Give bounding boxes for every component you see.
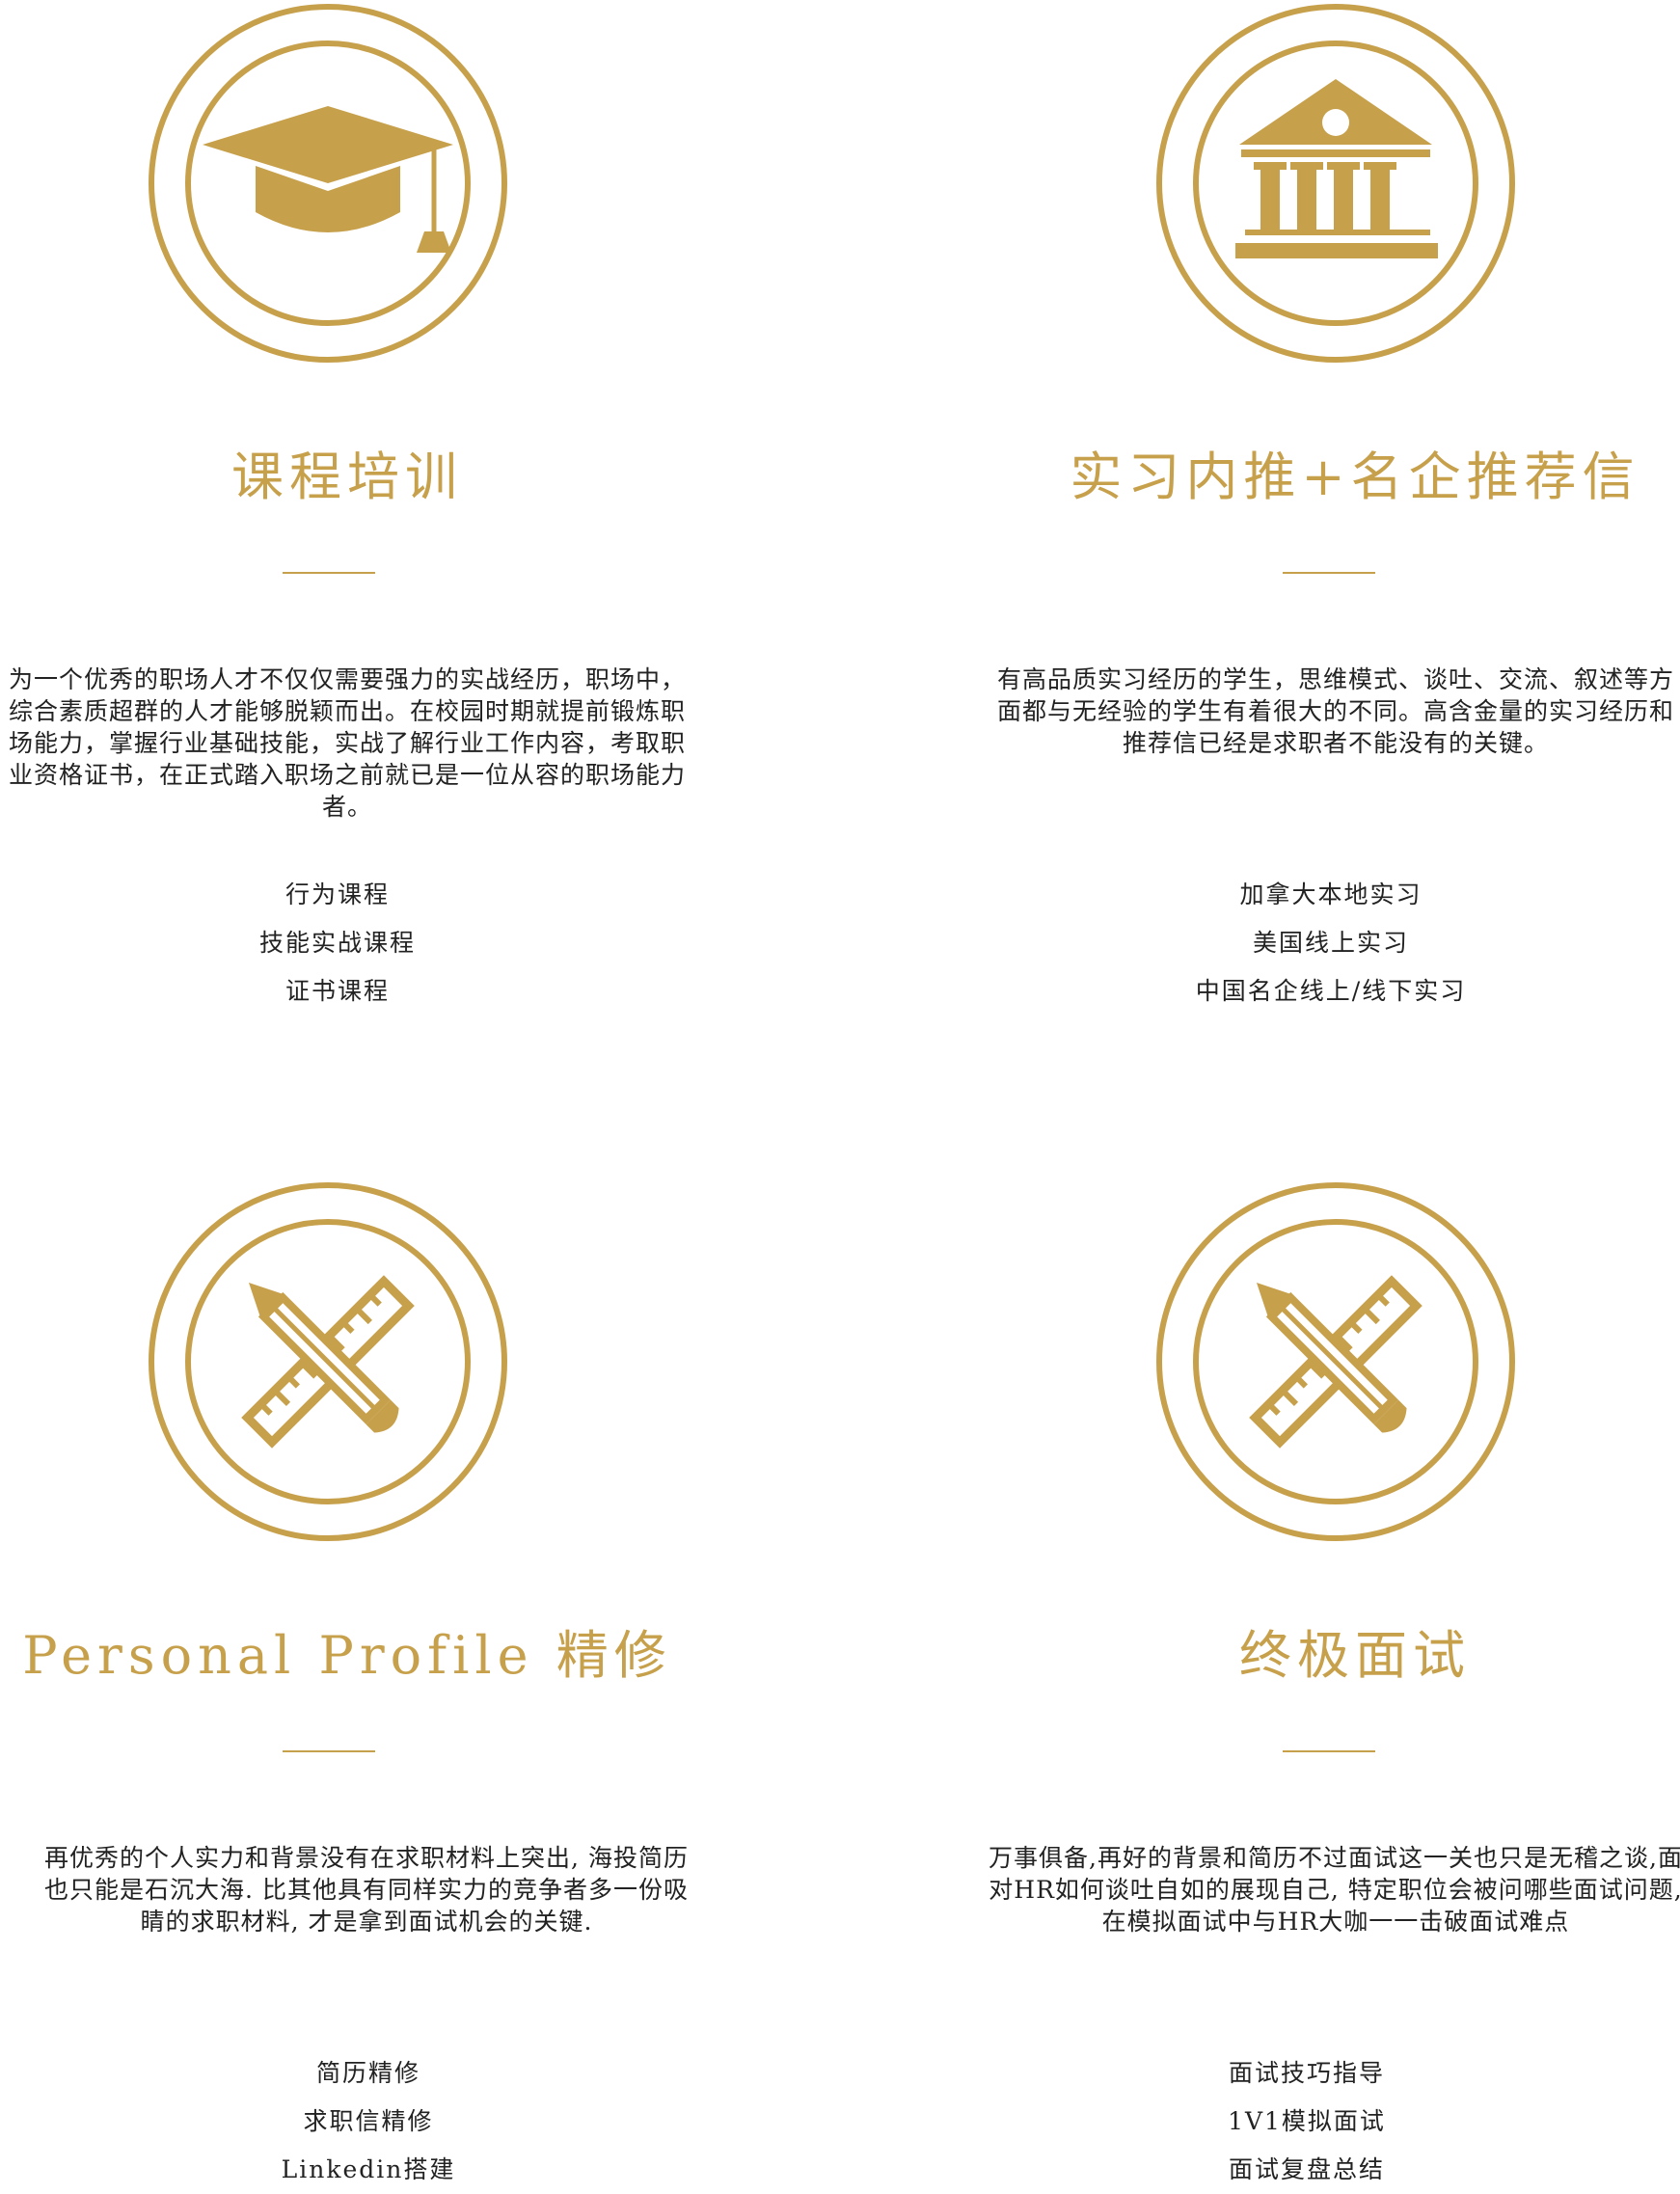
pencil-ruler-icon [1152,1178,1519,1545]
card-description: 为一个优秀的职场人才不仅仅需要强力的实战经历，职场中，综合素质超群的人才能够脱颖… [8,665,686,821]
service-items-list: 加拿大本地实习 美国线上实习 中国名企线上/线下实习 [964,871,1680,1016]
list-item: 求职信精修 [303,2107,434,2135]
card-title: Personal Profile 精修 [22,1625,672,1686]
card-title: 课程培训 [231,447,463,507]
card-description: 再优秀的个人实力和背景没有在求职材料上突出, 海投简历也只能是石沉大海. 比其他… [44,1844,689,1936]
graduation-cap-emblem [149,4,507,363]
list-item: 1V1模拟面试 [1228,2107,1386,2135]
service-items-list: 面试技巧指导 1V1模拟面试 面试复盘总结 [940,2049,1673,2194]
graduation-cap-icon [145,0,511,366]
card-description: 万事俱备,再好的背景和简历不过面试这一关也只是无稽之谈,面对HR如何谈吐自如的展… [989,1844,1680,1936]
title-divider [283,1750,375,1752]
list-item: 行为课程 [285,880,390,908]
card-description: 有高品质实习经历的学生，思维模式、谈吐、交流、叙述等方面都与无经验的学生有着很大… [996,665,1674,757]
list-item: 简历精修 [315,2059,420,2087]
pencil-ruler-emblem [1156,1182,1515,1541]
title-divider [283,572,375,574]
list-item: 美国线上实习 [1252,929,1409,957]
list-item: 中国名企线上/线下实习 [1195,977,1467,1005]
title-divider [1283,1750,1375,1752]
institution-building-emblem [1156,4,1515,363]
list-item: 面试复盘总结 [1228,2155,1385,2183]
service-items-list: 简历精修 求职信精修 Linkedin搭建 [2,2049,735,2194]
title-divider [1283,572,1375,574]
card-title: 终极面试 [1239,1625,1471,1686]
institution-building-icon [1152,0,1519,366]
list-item: 证书课程 [285,977,390,1005]
service-items-list: 行为课程 技能实战课程 证书课程 [0,871,704,1016]
pencil-ruler-emblem [149,1182,507,1541]
card-title: 实习内推+名企推荐信 [1070,447,1640,507]
list-item: 加拿大本地实习 [1239,880,1423,908]
list-item: Linkedin搭建 [281,2155,456,2183]
list-item: 面试技巧指导 [1228,2059,1385,2087]
pencil-ruler-icon [145,1178,511,1545]
list-item: 技能实战课程 [258,929,416,957]
